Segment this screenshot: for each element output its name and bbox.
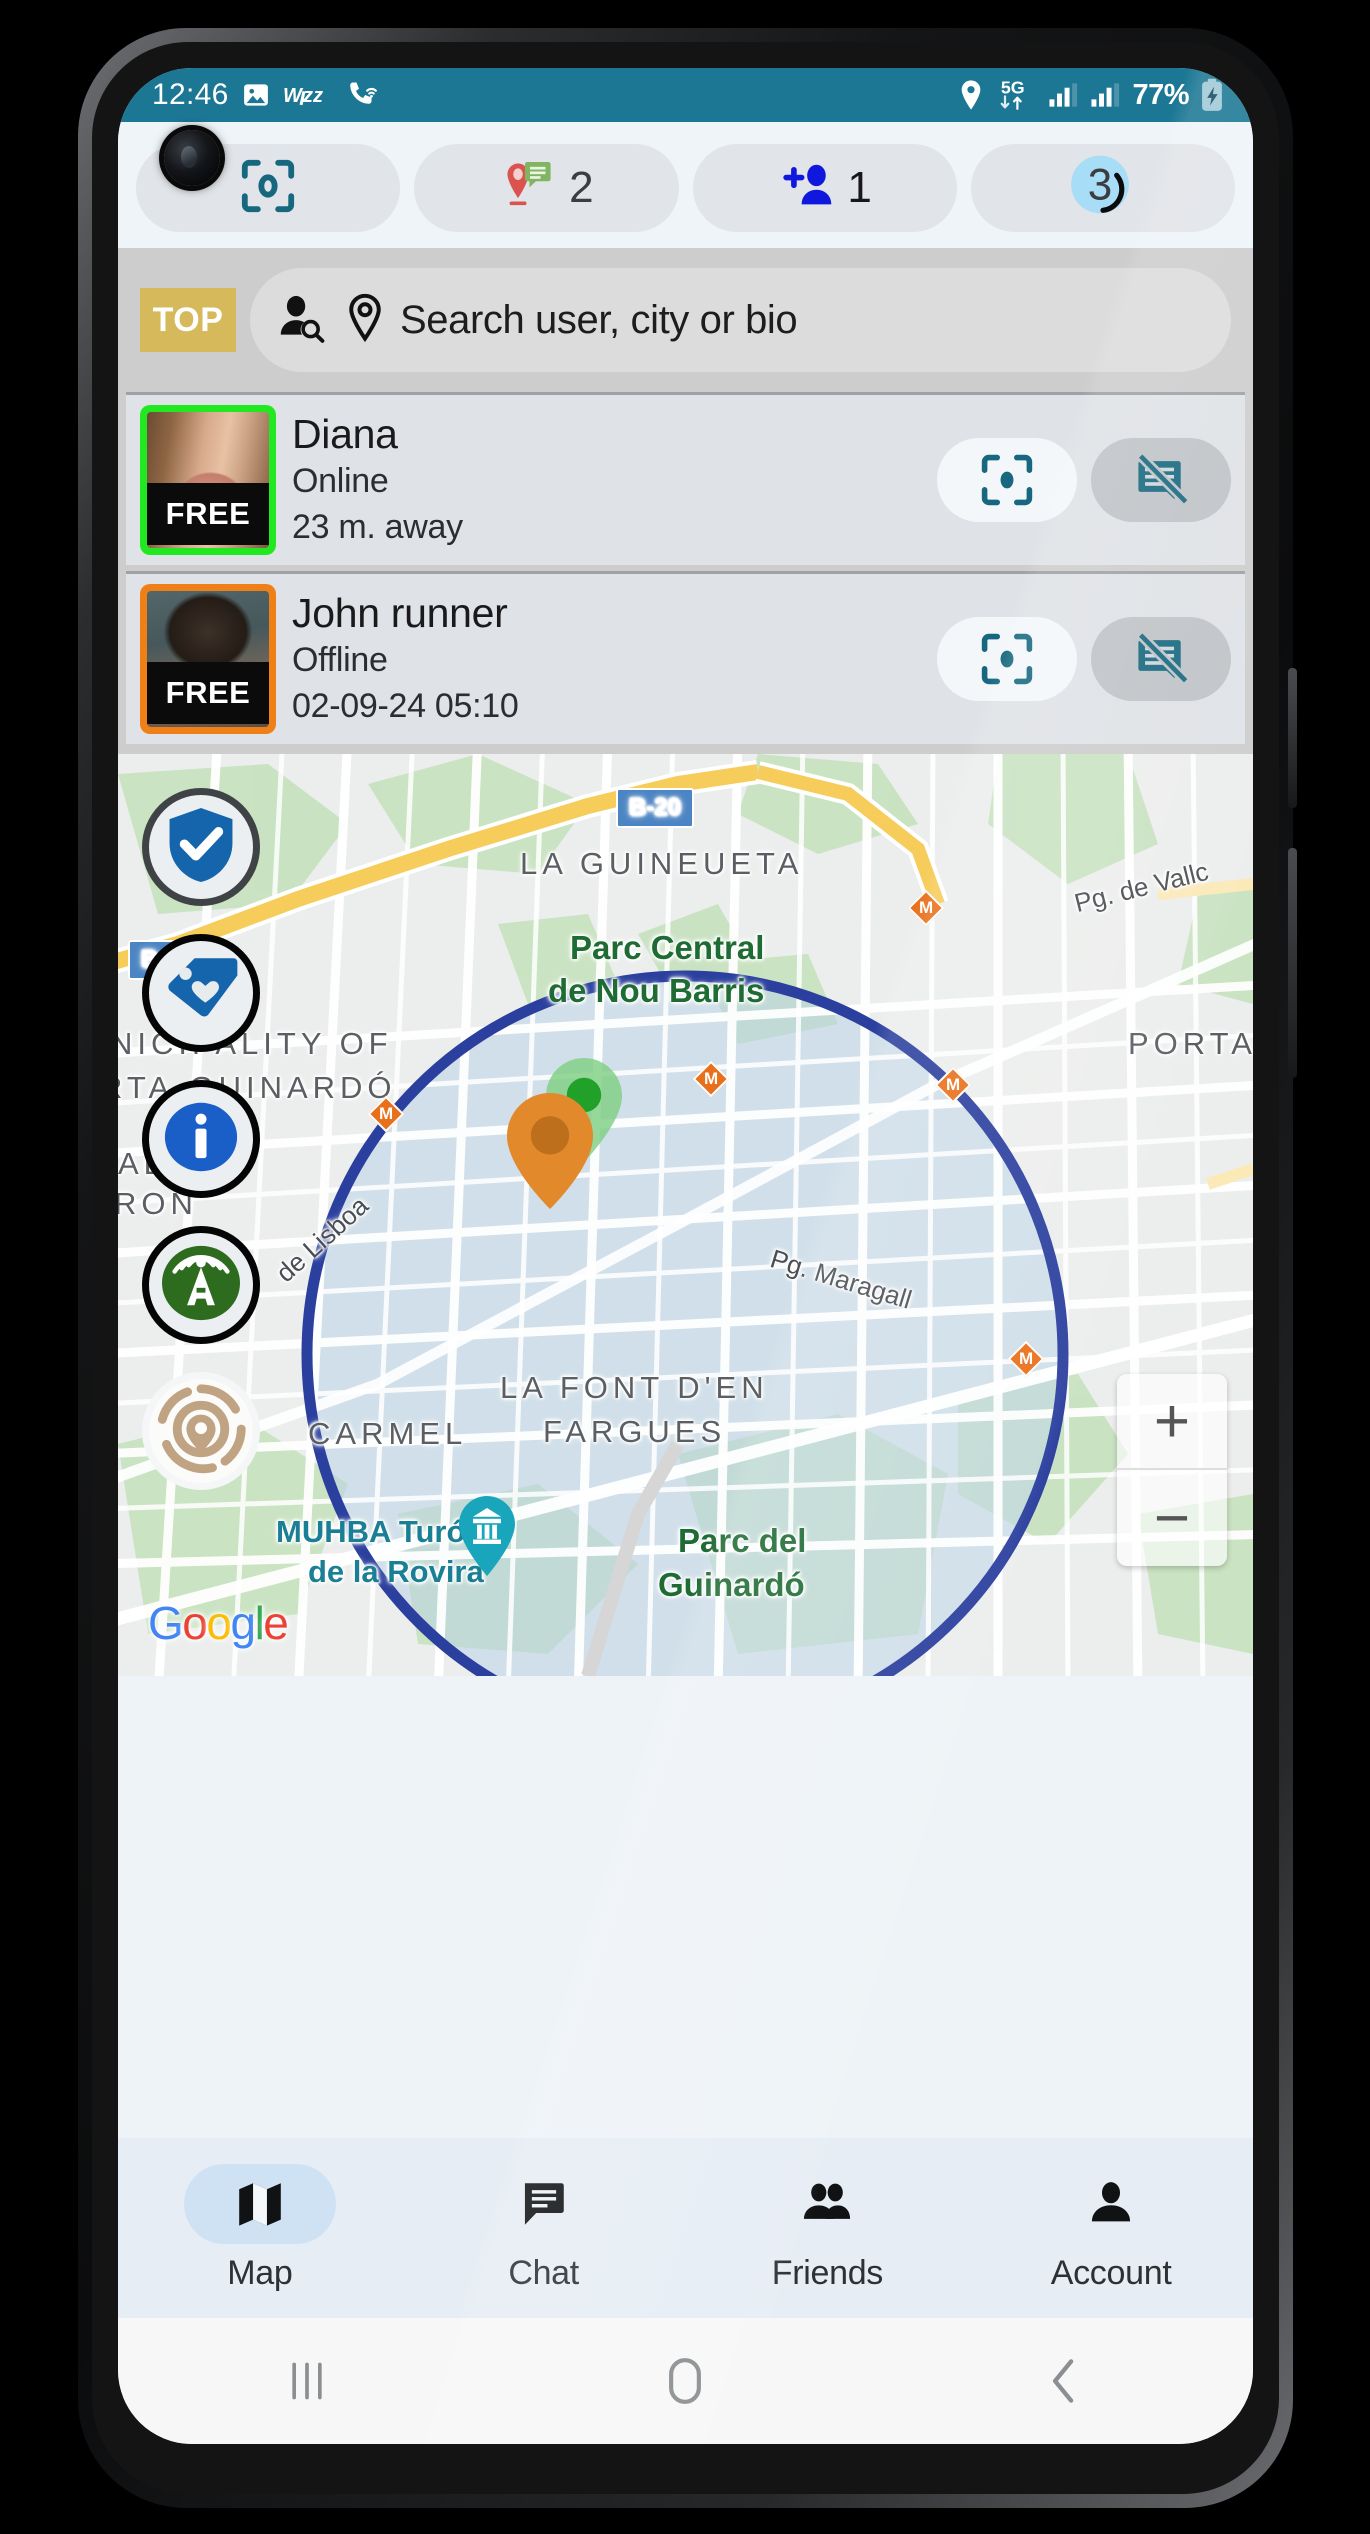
phone-frame: 12:46 W zz 5G 77% 2 1 3 TOP Search user,… xyxy=(78,28,1297,2508)
user-status: Offline xyxy=(292,641,388,680)
location-pin-search-icon xyxy=(344,292,386,349)
5g-label: 5G xyxy=(1001,78,1025,98)
tab-map-label: Map xyxy=(227,2253,293,2292)
chat-disabled-button[interactable] xyxy=(1091,438,1231,522)
favorites-fab[interactable] xyxy=(142,934,260,1052)
user-list: FREE Diana Online 23 m. away FREE John r… xyxy=(118,392,1253,754)
phone-bezel: 12:46 W zz 5G 77% 2 1 3 TOP Search user,… xyxy=(92,42,1279,2494)
tab-chat-label: Chat xyxy=(508,2253,579,2292)
antenna-broadcast-icon xyxy=(160,1244,242,1327)
wizz-icon: W zz xyxy=(283,82,335,108)
image-icon xyxy=(241,80,271,110)
avatar[interactable]: FREE xyxy=(140,405,276,555)
front-camera xyxy=(164,130,220,186)
tag-heart-icon xyxy=(161,954,241,1033)
messages-chip[interactable]: 2 xyxy=(414,144,679,232)
map-icon xyxy=(183,2163,336,2244)
person-search-icon xyxy=(276,293,330,348)
circle-count-icon: 3 xyxy=(1065,148,1141,229)
google-attribution: Google xyxy=(148,1597,289,1649)
tab-friends-label: Friends xyxy=(771,2253,884,2292)
status-bar: 12:46 W zz 5G 77% xyxy=(118,68,1253,122)
signal-bars-1-icon xyxy=(1048,81,1080,109)
table-row[interactable]: FREE Diana Online 23 m. away xyxy=(126,392,1245,565)
svg-text:zz: zz xyxy=(302,85,323,107)
map-canvas xyxy=(118,754,1253,1676)
row-actions xyxy=(937,438,1231,522)
recents-button[interactable] xyxy=(247,2346,367,2416)
user-last-seen: 02-09-24 05:10 xyxy=(292,687,519,725)
user-status: Online xyxy=(292,462,389,501)
signal-bars-2-icon xyxy=(1090,81,1122,109)
chat-icon xyxy=(468,2164,620,2244)
home-button[interactable] xyxy=(625,2346,745,2416)
broadcast-fab[interactable] xyxy=(142,1226,260,1344)
museum-pin[interactable] xyxy=(453,1494,521,1585)
call-wifi-icon xyxy=(347,80,381,110)
user-distance: 23 m. away xyxy=(292,508,463,546)
info-icon xyxy=(163,1099,239,1180)
tab-account[interactable]: Account xyxy=(969,2164,1253,2293)
battery-charging-icon xyxy=(1199,78,1225,112)
bottom-navigation: Map Chat Friends Account xyxy=(118,2138,1253,2318)
info-fab[interactable] xyxy=(142,1080,260,1198)
messages-count: 2 xyxy=(569,163,594,212)
free-badge: FREE xyxy=(147,661,269,725)
top-badge[interactable]: TOP xyxy=(140,288,236,352)
search-placeholder: Search user, city or bio xyxy=(400,297,798,342)
friend-requests-chip[interactable]: 1 xyxy=(692,144,957,232)
verified-shield-fab[interactable] xyxy=(142,788,260,906)
android-system-nav xyxy=(118,2318,1253,2444)
avatar-image: FREE xyxy=(147,412,269,548)
power-button[interactable] xyxy=(1288,668,1297,808)
status-bar-right: 5G 77% xyxy=(958,77,1225,113)
avatar-image: FREE xyxy=(147,591,269,727)
pending-count: 3 xyxy=(1088,160,1113,209)
5g-data-icon: 5G xyxy=(994,77,1038,113)
app-content: 2 1 3 TOP Search user, city or bio FREE … xyxy=(118,122,1253,2444)
friend-requests-count: 1 xyxy=(847,163,872,212)
avatar[interactable]: FREE xyxy=(140,584,276,734)
tab-friends[interactable]: Friends xyxy=(686,2164,970,2293)
status-bar-left: 12:46 W zz xyxy=(152,78,381,112)
tab-account-label: Account xyxy=(1050,2253,1172,2292)
row-actions xyxy=(937,617,1231,701)
zoom-in-button[interactable]: + xyxy=(1117,1374,1227,1470)
search-section: TOP Search user, city or bio xyxy=(118,248,1253,392)
tab-chat[interactable]: Chat xyxy=(402,2164,686,2293)
tab-map[interactable]: Map xyxy=(118,2163,402,2293)
pin-message-icon xyxy=(499,155,561,222)
pending-chip[interactable]: 3 xyxy=(970,144,1235,232)
back-button[interactable] xyxy=(1004,2346,1124,2416)
map-action-buttons xyxy=(142,788,260,1490)
table-row[interactable]: FREE John runner Offline 02-09-24 05:10 xyxy=(126,571,1245,744)
locate-button[interactable] xyxy=(937,617,1077,701)
orange-user-pin[interactable] xyxy=(498,1089,602,1218)
focus-scan-icon xyxy=(239,157,297,220)
user-name: John runner xyxy=(292,590,508,637)
chat-disabled-button[interactable] xyxy=(1091,617,1231,701)
account-icon xyxy=(1035,2164,1187,2244)
locate-button[interactable] xyxy=(937,438,1077,522)
status-clock: 12:46 xyxy=(152,78,229,111)
add-person-icon xyxy=(777,157,839,220)
zoom-out-button[interactable]: − xyxy=(1117,1470,1227,1566)
map-zoom-control[interactable]: + − xyxy=(1117,1374,1227,1566)
shield-check-icon xyxy=(164,806,238,889)
phone-screen: 12:46 W zz 5G 77% 2 1 3 TOP Search user,… xyxy=(118,68,1253,2444)
quick-action-chip-row: 2 1 3 xyxy=(118,122,1253,248)
free-badge: FREE xyxy=(147,482,269,546)
battery-percent-label: 77% xyxy=(1132,78,1189,111)
user-meta: John runner Offline 02-09-24 05:10 xyxy=(276,588,937,729)
map-view[interactable]: B-20 B-20 LA GUINEUETA Pg. de Vallc Parc… xyxy=(118,754,1253,1676)
radar-target-icon xyxy=(155,1383,247,1480)
location-pin-icon xyxy=(958,79,984,111)
search-input[interactable]: Search user, city or bio xyxy=(250,268,1231,372)
volume-button[interactable] xyxy=(1288,848,1297,1078)
user-name: Diana xyxy=(292,411,398,458)
friends-icon xyxy=(751,2164,903,2244)
radar-locate-fab[interactable] xyxy=(142,1372,260,1490)
user-meta: Diana Online 23 m. away xyxy=(276,409,937,550)
